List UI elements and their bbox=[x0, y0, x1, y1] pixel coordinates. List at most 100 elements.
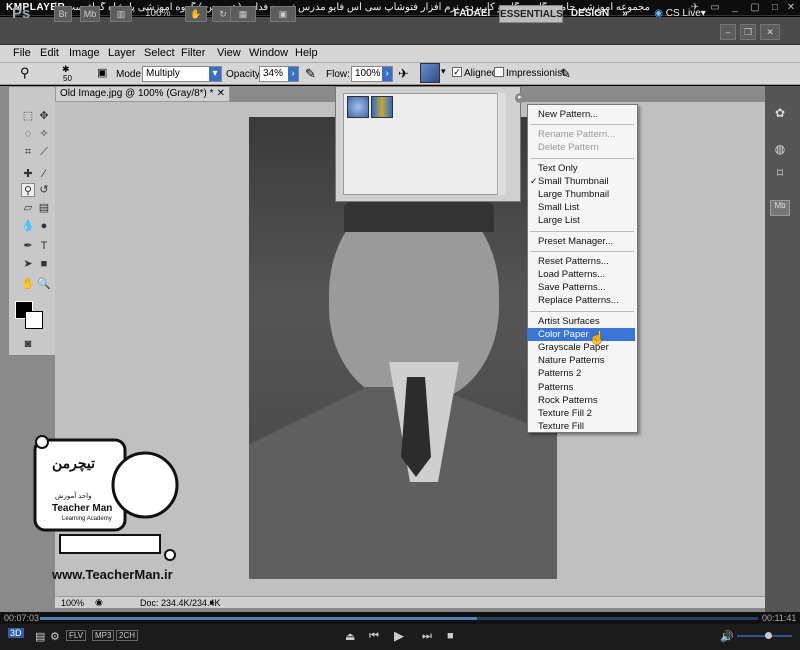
ps-minimize-button[interactable]: – bbox=[720, 24, 736, 40]
lasso-tool-icon[interactable]: ◌ bbox=[21, 127, 35, 141]
move-tool-icon[interactable]: ✥ bbox=[37, 109, 51, 123]
pattern-swatch-bubbles[interactable] bbox=[347, 96, 369, 118]
cs-live-button[interactable]: ◉ CS Live▾ bbox=[650, 5, 710, 23]
3d-button[interactable]: 3D bbox=[8, 628, 24, 638]
picker-scrollbar[interactable] bbox=[497, 93, 506, 195]
play-icon[interactable]: ▶ bbox=[394, 628, 404, 644]
workspace-fadaei[interactable]: FADAEI bbox=[448, 5, 496, 23]
path-selection-tool-icon[interactable]: ➤ bbox=[21, 257, 35, 271]
volume-slider-knob[interactable] bbox=[765, 632, 772, 639]
menu-help[interactable]: Help bbox=[295, 47, 318, 59]
airbrush-icon[interactable]: ✈ bbox=[398, 66, 409, 82]
mode-select[interactable]: Multiply ▾ bbox=[142, 66, 222, 82]
menu-image[interactable]: Image bbox=[69, 47, 100, 59]
restore-icon[interactable]: ▢ bbox=[748, 2, 762, 14]
blur-tool-icon[interactable]: 💧 bbox=[21, 219, 35, 233]
ps-close-button[interactable]: ✕ bbox=[760, 24, 780, 40]
menu-item-small-list[interactable]: Small List bbox=[538, 201, 636, 214]
picker-menu-button[interactable]: ▸ bbox=[515, 93, 525, 103]
brush-tool-icon[interactable]: ⁄ bbox=[37, 167, 51, 181]
menu-item-patterns[interactable]: Patterns bbox=[538, 381, 636, 394]
eject-icon[interactable]: ⏏ bbox=[345, 630, 355, 643]
eraser-tool-icon[interactable]: ▱ bbox=[21, 201, 35, 215]
menu-window[interactable]: Window bbox=[249, 47, 288, 59]
pattern-swatch-tie-dye[interactable] bbox=[371, 96, 393, 118]
workspace-essentials[interactable]: ESSENTIALS bbox=[499, 5, 563, 23]
clone-stamp-tool-icon[interactable]: ⚲ bbox=[21, 183, 35, 197]
volume-icon[interactable]: 🔊 bbox=[720, 630, 734, 643]
brush-panel-icon[interactable]: ▣ bbox=[97, 66, 107, 79]
ps-restore-button[interactable]: ❐ bbox=[740, 24, 756, 40]
pattern-swatch[interactable] bbox=[420, 63, 440, 83]
crop-tool-icon[interactable]: ⌗ bbox=[21, 145, 35, 159]
adjustments-panel-icon[interactable]: ◍ bbox=[770, 142, 790, 158]
quick-selection-tool-icon[interactable]: ✧ bbox=[37, 127, 51, 141]
menu-view[interactable]: View bbox=[217, 47, 241, 59]
hand-tool-icon[interactable]: ✋ bbox=[21, 277, 35, 291]
menu-item-preset-manager[interactable]: Preset Manager... bbox=[538, 235, 636, 248]
more-workspaces-icon[interactable]: » bbox=[616, 5, 634, 23]
stop-icon[interactable]: ■ bbox=[447, 630, 454, 642]
menu-item-rock-patterns[interactable]: Rock Patterns bbox=[538, 394, 636, 407]
color-panel-icon[interactable]: ✿ bbox=[770, 106, 790, 122]
flow-input[interactable]: 100% › bbox=[351, 66, 393, 82]
minimize-icon[interactable]: _ bbox=[728, 2, 742, 14]
menu-file[interactable]: File bbox=[13, 47, 31, 59]
menu-item-new-pattern[interactable]: New Pattern... bbox=[538, 108, 636, 121]
screen-mode-button[interactable]: ▣ bbox=[270, 6, 296, 22]
playlist-icon[interactable]: ▤ bbox=[35, 630, 45, 643]
workspace-design[interactable]: DESIGN bbox=[568, 5, 612, 23]
menu-item-replace-patterns[interactable]: Replace Patterns... bbox=[538, 294, 636, 307]
close-icon[interactable]: ✕ bbox=[784, 2, 798, 14]
gradient-tool-icon[interactable]: ▤ bbox=[37, 201, 51, 215]
menu-item-color-paper[interactable]: Color Paper bbox=[527, 327, 635, 341]
menu-item-reset-patterns[interactable]: Reset Patterns... bbox=[538, 255, 636, 268]
view-extras-button[interactable]: ▥ bbox=[110, 6, 132, 22]
menu-item-small-thumbnail[interactable]: Small Thumbnail bbox=[538, 175, 636, 188]
menu-item-save-patterns[interactable]: Save Patterns... bbox=[538, 281, 636, 294]
menu-item-load-patterns[interactable]: Load Patterns... bbox=[538, 268, 636, 281]
menu-item-text-only[interactable]: Text Only bbox=[538, 162, 636, 175]
document-tab[interactable]: Old Image.jpg @ 100% (Gray/8*) * ✕ bbox=[55, 86, 230, 102]
tablet-pressure-opacity-icon[interactable]: ✎ bbox=[305, 66, 316, 82]
status-info-icon[interactable]: ◉ bbox=[95, 597, 103, 608]
aligned-checkbox[interactable]: ✓ bbox=[452, 67, 462, 77]
minibridge-panel-icon[interactable]: Mb bbox=[770, 200, 790, 216]
menu-item-texture-fill-2[interactable]: Texture Fill 2 bbox=[538, 407, 636, 420]
transform-panel-icon[interactable]: ⌑ bbox=[770, 166, 790, 182]
background-color-swatch[interactable] bbox=[25, 311, 43, 329]
eyedropper-tool-icon[interactable]: ⟋ bbox=[37, 145, 51, 159]
dodge-tool-icon[interactable]: ● bbox=[37, 219, 51, 233]
next-icon[interactable]: ⏭ bbox=[422, 630, 432, 643]
menu-item-patterns-2[interactable]: Patterns 2 bbox=[538, 367, 636, 380]
pattern-picker-arrow-icon[interactable]: ▾ bbox=[441, 66, 446, 77]
menu-select[interactable]: Select bbox=[144, 47, 175, 59]
healing-brush-tool-icon[interactable]: ✚ bbox=[21, 167, 35, 181]
marquee-tool-icon[interactable]: ⬚ bbox=[21, 109, 35, 123]
menu-edit[interactable]: Edit bbox=[40, 47, 59, 59]
impressionist-checkbox[interactable] bbox=[494, 67, 504, 77]
zoom-level[interactable]: 100% bbox=[145, 8, 171, 19]
menu-item-large-list[interactable]: Large List bbox=[538, 214, 636, 227]
previous-icon[interactable]: ⏮ bbox=[369, 630, 379, 643]
menu-layer[interactable]: Layer bbox=[108, 47, 136, 59]
seek-progress[interactable] bbox=[40, 617, 477, 620]
quick-mask-icon[interactable]: ◙ bbox=[21, 337, 35, 351]
pen-tool-icon[interactable]: ✒ bbox=[21, 239, 35, 253]
bridge-button[interactable]: Br bbox=[54, 6, 72, 22]
maximize-icon[interactable]: □ bbox=[768, 2, 782, 14]
type-tool-icon[interactable]: T bbox=[37, 239, 51, 253]
tray-icon[interactable]: ▭ bbox=[708, 2, 722, 14]
menu-item-texture-fill[interactable]: Texture Fill bbox=[538, 420, 636, 433]
menu-item-artist-surfaces[interactable]: Artist Surfaces bbox=[538, 315, 636, 328]
close-document-icon[interactable]: ✕ bbox=[217, 87, 225, 101]
hand-icon[interactable]: ✋ bbox=[185, 6, 207, 22]
arrange-documents-button[interactable]: ▦ bbox=[230, 6, 256, 22]
menu-item-grayscale-paper[interactable]: Grayscale Paper bbox=[538, 341, 636, 354]
menu-item-large-thumbnail[interactable]: Large Thumbnail bbox=[538, 188, 636, 201]
clone-stamp-tool-icon[interactable]: ⚲ bbox=[20, 65, 30, 81]
minibridge-button[interactable]: Mb bbox=[80, 6, 100, 22]
menu-filter[interactable]: Filter bbox=[181, 47, 205, 59]
status-menu-arrow-icon[interactable]: ▸ bbox=[210, 597, 215, 608]
zoom-tool-icon[interactable]: 🔍 bbox=[37, 277, 51, 291]
